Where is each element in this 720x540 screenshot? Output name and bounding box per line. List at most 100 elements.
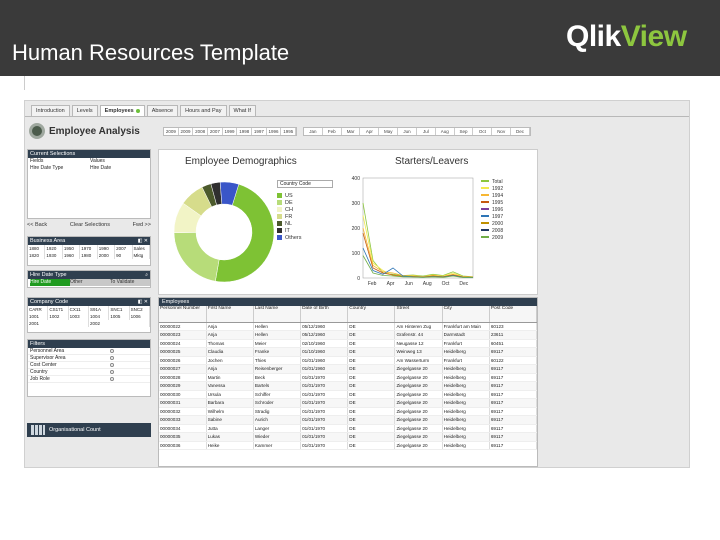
year-cell[interactable]: 2009 xyxy=(179,128,194,135)
month-cell[interactable]: Jan xyxy=(304,128,323,135)
radio-icon[interactable] xyxy=(110,356,114,360)
forward-button[interactable]: Fwd >> xyxy=(133,222,151,228)
grid-cell[interactable]: 1970 xyxy=(80,245,98,252)
donut-slice-de[interactable] xyxy=(173,232,220,282)
hire-date-option[interactable]: Hire Date xyxy=(30,279,70,286)
grid-cell[interactable]: CS171 xyxy=(48,306,69,313)
grid-cell[interactable]: 2002 xyxy=(89,320,150,327)
month-cell[interactable]: Mar xyxy=(342,128,361,135)
grid-cell[interactable]: 1930 xyxy=(45,252,63,259)
search-icon[interactable]: ⌕ xyxy=(145,271,148,279)
business-area-grid[interactable]: 1880 1920 1950 1970 1990 2007 Sales 1820 1930 196… xyxy=(28,245,150,259)
filter-row[interactable]: Job Role xyxy=(28,376,150,383)
grid-cell[interactable]: 1820 xyxy=(28,252,46,259)
table-row[interactable]: 00000032 Wilhelm Stradig 01/01/1970 DE Ziegel… xyxy=(159,407,538,416)
month-cell[interactable]: Aug xyxy=(436,128,455,135)
grid-cell[interactable]: 2000 xyxy=(98,252,116,259)
filter-row[interactable]: Personnel Area xyxy=(28,348,150,355)
box-controls-icon[interactable]: ◧ ✕ xyxy=(138,298,148,306)
month-cell[interactable]: Oct xyxy=(473,128,493,135)
year-cell[interactable]: 1999 xyxy=(223,128,238,135)
table-row[interactable]: 00000026 Jochen Thies 01/01/1960 DE Am Wasser… xyxy=(159,356,538,365)
grid-cell[interactable]: Mktg xyxy=(133,252,150,259)
tab-absence[interactable]: Absence xyxy=(146,105,179,116)
year-cell[interactable]: 1996 xyxy=(267,128,282,135)
table-row[interactable]: 00000031 Barbara Schroder 01/01/1970 DE Ziege… xyxy=(159,398,538,408)
table-row[interactable]: 00000028 Martin Beck 01/01/1970 DE Ziegelgass… xyxy=(159,373,538,382)
year-cell[interactable]: 2009 xyxy=(164,128,179,135)
month-cell[interactable]: Jun xyxy=(398,128,417,135)
column-header[interactable]: Country xyxy=(347,306,396,323)
grid-cell[interactable]: 1006 xyxy=(130,313,150,320)
table-row[interactable]: 00000036 Heike Kammer 01/01/1970 DE Ziegelgas… xyxy=(159,441,538,450)
grid-cell[interactable]: 1005 xyxy=(109,313,130,320)
month-cell[interactable]: Sep xyxy=(455,128,474,135)
to-validate-option[interactable]: To Validate xyxy=(110,279,150,286)
table-row[interactable]: 00000024 Thomas Meier 02/10/1960 DE Neugasse … xyxy=(159,339,538,348)
table-row[interactable]: 00000023 Anja Hellen 05/12/1960 DE Grafenstr.… xyxy=(159,330,538,340)
tab-levels[interactable]: Levels xyxy=(71,105,98,116)
grid-cell[interactable]: S91A xyxy=(89,306,110,313)
column-header[interactable]: Personnel Number xyxy=(159,306,207,323)
demographics-donut-chart[interactable] xyxy=(169,172,279,292)
grid-cell[interactable]: 2007 xyxy=(115,245,133,252)
month-cell[interactable]: May xyxy=(379,128,399,135)
radio-icon[interactable] xyxy=(110,349,114,353)
grid-cell[interactable]: SNC1 xyxy=(109,306,130,313)
radio-icon[interactable] xyxy=(110,377,114,381)
grid-cell[interactable]: 1002 xyxy=(48,313,69,320)
year-cell[interactable]: 2007 xyxy=(208,128,223,135)
filter-row[interactable]: Country xyxy=(28,369,150,376)
month-cell[interactable]: Apr xyxy=(360,128,380,135)
column-header[interactable]: Post Code xyxy=(489,306,538,323)
month-cell[interactable]: Nov xyxy=(492,128,512,135)
table-row[interactable]: 00000027 Anja Reisenberger 01/01/1960 DE Zieg… xyxy=(159,364,538,374)
filter-row[interactable]: Cost Center xyxy=(28,362,150,369)
year-cell[interactable]: 1998 xyxy=(237,128,253,135)
tab-employees[interactable]: Employees xyxy=(99,105,145,116)
table-row[interactable]: 00000030 Ursula Schiffer 01/01/1970 DE Ziegel… xyxy=(159,390,538,399)
grid-cell[interactable]: 1960 xyxy=(63,252,81,259)
tab-hours-and-pay[interactable]: Hours and Pay xyxy=(180,105,227,116)
column-header[interactable]: Street xyxy=(394,306,443,323)
year-cell[interactable]: 1997 xyxy=(252,128,267,135)
table-row[interactable]: 00000029 Vanessa Bartels 01/01/1970 DE Ziegel… xyxy=(159,381,538,391)
table-row[interactable]: 00000025 Claudia Franke 01/10/1960 DE Weinweg… xyxy=(159,347,538,357)
filter-row[interactable]: Supervisor Area xyxy=(28,355,150,362)
grid-cell[interactable]: 1920 xyxy=(45,245,63,252)
month-selector[interactable]: Jan Feb Mar Apr May Jun Jul Aug Sep Oct Nov Dec xyxy=(303,127,531,136)
grid-cell[interactable]: 1003 xyxy=(69,313,89,320)
year-cell[interactable]: 2008 xyxy=(193,128,209,135)
grid-cell[interactable]: 1880 xyxy=(28,245,46,252)
company-code-grid[interactable]: CARR CS171 CX11 S91A SNC1 SNC2 1001 1002 1003 100… xyxy=(28,306,150,327)
grid-cell[interactable]: 1980 xyxy=(80,252,98,259)
tab-introduction[interactable]: Introduction xyxy=(31,105,70,116)
grid-cell[interactable]: 1004 xyxy=(89,313,110,320)
country-code-dropdown[interactable]: Country Code xyxy=(277,180,333,188)
grid-cell[interactable]: 2001 xyxy=(28,320,89,327)
grid-cell[interactable]: 1990 xyxy=(98,245,116,252)
table-row[interactable]: 00000033 Sabine Aurich 01/01/1970 DE Ziegelga… xyxy=(159,415,538,425)
column-header[interactable]: First Name xyxy=(206,306,254,323)
radio-icon[interactable] xyxy=(110,363,114,367)
box-controls-icon[interactable]: ◧ ✕ xyxy=(138,237,148,245)
clear-selections-button[interactable]: Clear Selections xyxy=(70,222,110,228)
grid-cell[interactable]: CX11 xyxy=(69,306,89,313)
year-cell[interactable]: 1995 xyxy=(281,128,297,135)
grid-cell[interactable]: 1950 xyxy=(63,245,81,252)
table-row[interactable]: 00000034 Jutta Langer 01/01/1970 DE Ziegelgas… xyxy=(159,424,538,433)
other-option[interactable]: Other xyxy=(70,279,110,286)
column-header[interactable]: City xyxy=(442,306,490,323)
month-cell[interactable]: Jul xyxy=(417,128,436,135)
grid-cell[interactable]: CARR xyxy=(28,306,49,313)
table-row[interactable]: 00000035 Lukas Wieder 01/01/1970 DE Ziegelgas… xyxy=(159,432,538,442)
grid-cell[interactable]: Sales xyxy=(133,245,150,252)
month-cell[interactable]: Feb xyxy=(323,128,342,135)
grid-cell[interactable]: 1001 xyxy=(28,313,49,320)
year-selector[interactable]: 2009 2009 2008 2007 1999 1998 1997 1996 1995 xyxy=(163,127,297,136)
back-button[interactable]: << Back xyxy=(27,222,47,228)
selection-row[interactable]: Hire Date Type Hire Date xyxy=(28,165,150,172)
radio-icon[interactable] xyxy=(110,370,114,374)
grid-cell[interactable]: SNC2 xyxy=(130,306,150,313)
grid-cell[interactable]: 90 xyxy=(115,252,133,259)
